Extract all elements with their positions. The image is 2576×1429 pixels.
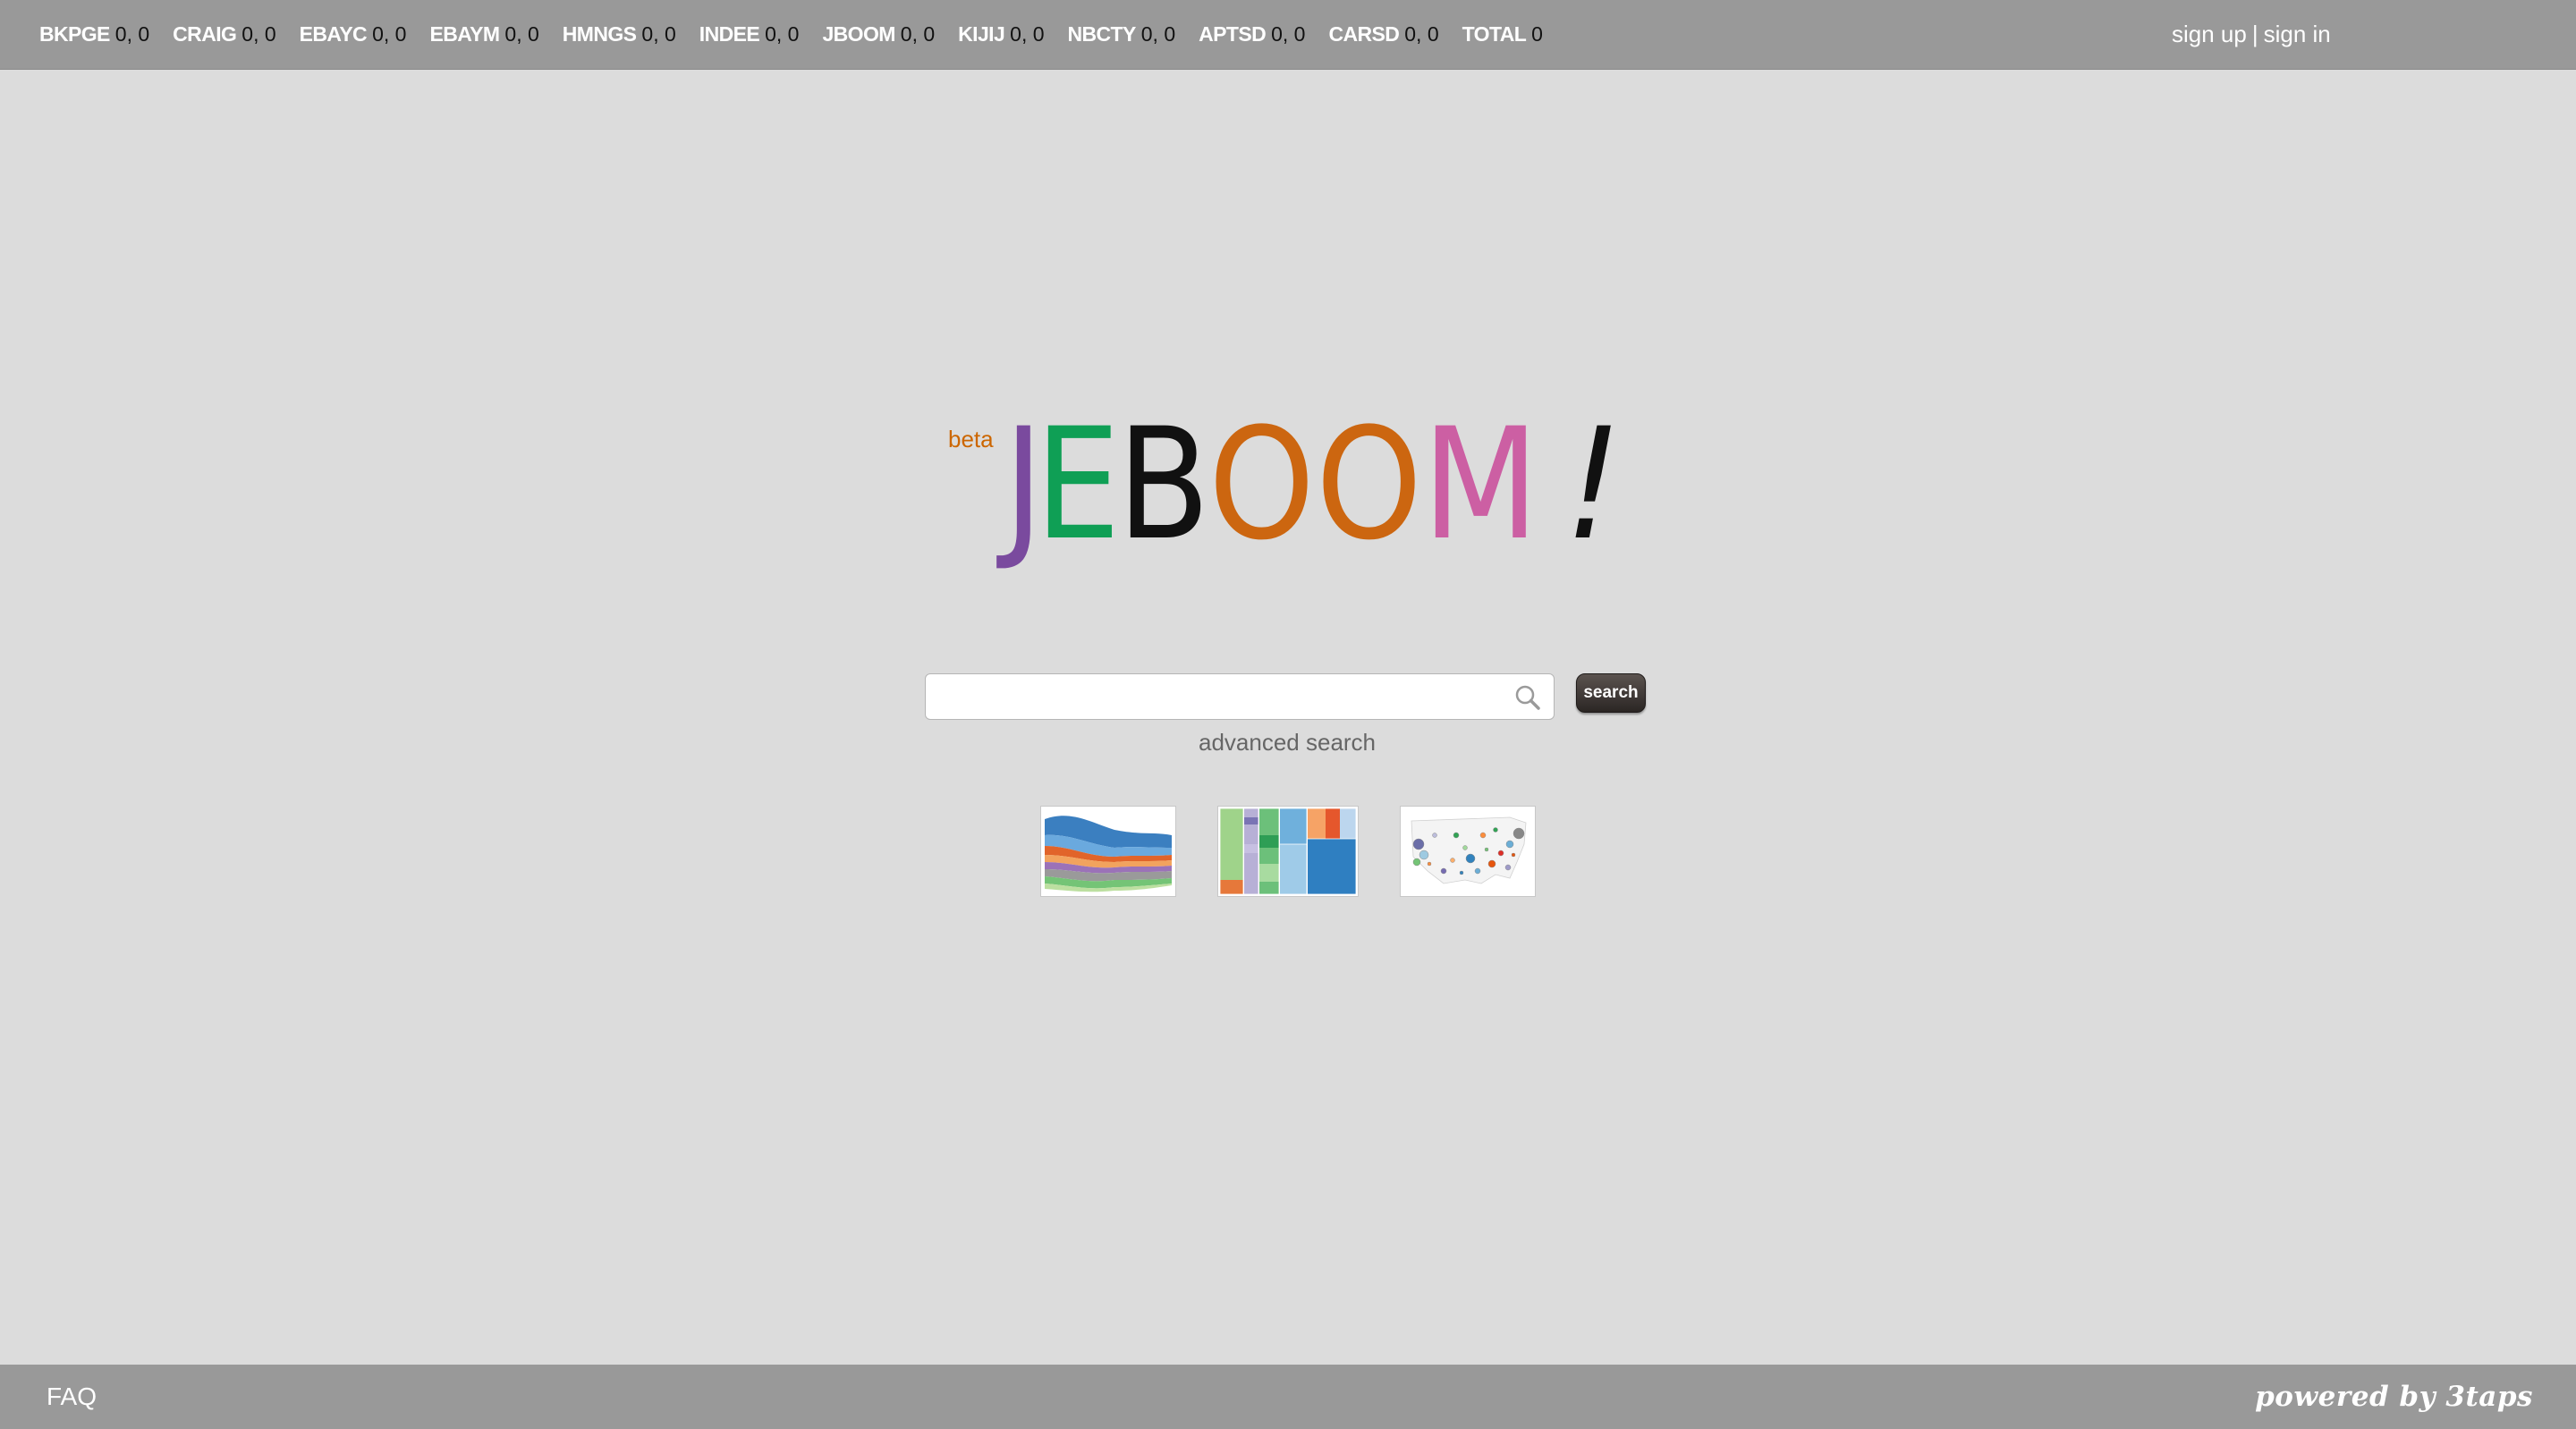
ticker-item-ebaym: EBAYM 0, 0 bbox=[429, 22, 538, 47]
logo-letter: J bbox=[1004, 394, 1044, 574]
ticker-item-hmngs: HMNGS 0, 0 bbox=[563, 22, 676, 47]
ticker-code: EBAYC bbox=[299, 22, 368, 46]
ticker-code: EBAYM bbox=[429, 22, 500, 46]
search-input[interactable] bbox=[936, 674, 1495, 721]
ticker-item-carsd: CARSD 0, 0 bbox=[1328, 22, 1438, 47]
ticker-code: BKPGE bbox=[39, 22, 110, 46]
ticker-value: 0, 0 bbox=[504, 22, 539, 46]
ticker-value: 0, 0 bbox=[1404, 22, 1439, 46]
ticker-item-total: TOTAL 0 bbox=[1462, 22, 1543, 47]
ticker-value: 0, 0 bbox=[242, 22, 276, 46]
ticker-item-jboom: JBOOM 0, 0 bbox=[822, 22, 935, 47]
logo-letter: M bbox=[1422, 394, 1539, 574]
logo-letter: O bbox=[1208, 394, 1315, 574]
ticker-value: 0 bbox=[1531, 22, 1543, 46]
logo-letter: ! bbox=[1546, 394, 1633, 574]
advanced-search-link[interactable]: advanced search bbox=[1199, 729, 1377, 757]
ticker-code: KIJIJ bbox=[958, 22, 1005, 46]
powered-by-label: powered by 3taps bbox=[2255, 1381, 2533, 1413]
search-button[interactable]: search bbox=[1576, 673, 1646, 713]
ticker-value: 0, 0 bbox=[1271, 22, 1306, 46]
ticker-item-nbcty: NBCTY 0, 0 bbox=[1068, 22, 1176, 47]
ticker-item-bkpge: BKPGE 0, 0 bbox=[39, 22, 149, 47]
ticker-code: CARSD bbox=[1328, 22, 1400, 46]
ticker-item-craig: CRAIG 0, 0 bbox=[173, 22, 276, 47]
auth-links: sign up | sign in bbox=[2172, 0, 2331, 69]
ticker-code: INDEE bbox=[699, 22, 760, 46]
source-ticker: BKPGE 0, 0 CRAIG 0, 0 EBAYC 0, 0 EBAYM 0, 0 HMNG… bbox=[39, 0, 1566, 69]
ticker-value: 0, 0 bbox=[900, 22, 936, 46]
top-bar: BKPGE 0, 0 CRAIG 0, 0 EBAYC 0, 0 EBAYM 0, 0 HMNG… bbox=[0, 0, 2576, 70]
us-map-thumbnail[interactable] bbox=[1401, 807, 1535, 896]
faq-link[interactable]: FAQ bbox=[47, 1365, 97, 1429]
ticker-code: CRAIG bbox=[173, 22, 237, 46]
logo-letter: E bbox=[1034, 394, 1121, 574]
ticker-code: JBOOM bbox=[822, 22, 895, 46]
ticker-value: 0, 0 bbox=[372, 22, 407, 46]
ticker-value: 0, 0 bbox=[114, 22, 150, 46]
ticker-item-indee: INDEE 0, 0 bbox=[699, 22, 800, 47]
ticker-value: 0, 0 bbox=[1140, 22, 1176, 46]
treemap-thumbnail[interactable] bbox=[1218, 807, 1358, 896]
ticker-code: NBCTY bbox=[1067, 22, 1137, 46]
jeboom-logo: J E B O O M! bbox=[1004, 394, 1632, 574]
logo-letter: B bbox=[1117, 394, 1210, 574]
logo-letter: O bbox=[1315, 394, 1422, 574]
ticker-code: HMNGS bbox=[562, 22, 637, 46]
search-icon[interactable] bbox=[1513, 682, 1543, 713]
ticker-value: 0, 0 bbox=[1010, 22, 1045, 46]
beta-label: beta bbox=[948, 426, 994, 452]
auth-separator: | bbox=[2251, 21, 2258, 47]
ticker-code: TOTAL bbox=[1462, 22, 1527, 46]
ticker-code: APTSD bbox=[1199, 22, 1267, 46]
ticker-item-ebayc: EBAYC 0, 0 bbox=[300, 22, 407, 47]
sign-up-link[interactable]: sign up bbox=[2172, 21, 2247, 48]
sign-in-link[interactable]: sign in bbox=[2264, 21, 2331, 48]
ticker-value: 0, 0 bbox=[765, 22, 800, 46]
ticker-item-kijij: KIJIJ 0, 0 bbox=[958, 22, 1044, 47]
search-box bbox=[925, 673, 1555, 721]
streamgraph-thumbnail[interactable] bbox=[1041, 807, 1175, 896]
ticker-item-aptsd: APTSD 0, 0 bbox=[1199, 22, 1305, 47]
footer-bar: FAQ powered by 3taps bbox=[0, 1365, 2576, 1429]
ticker-value: 0, 0 bbox=[641, 22, 676, 46]
